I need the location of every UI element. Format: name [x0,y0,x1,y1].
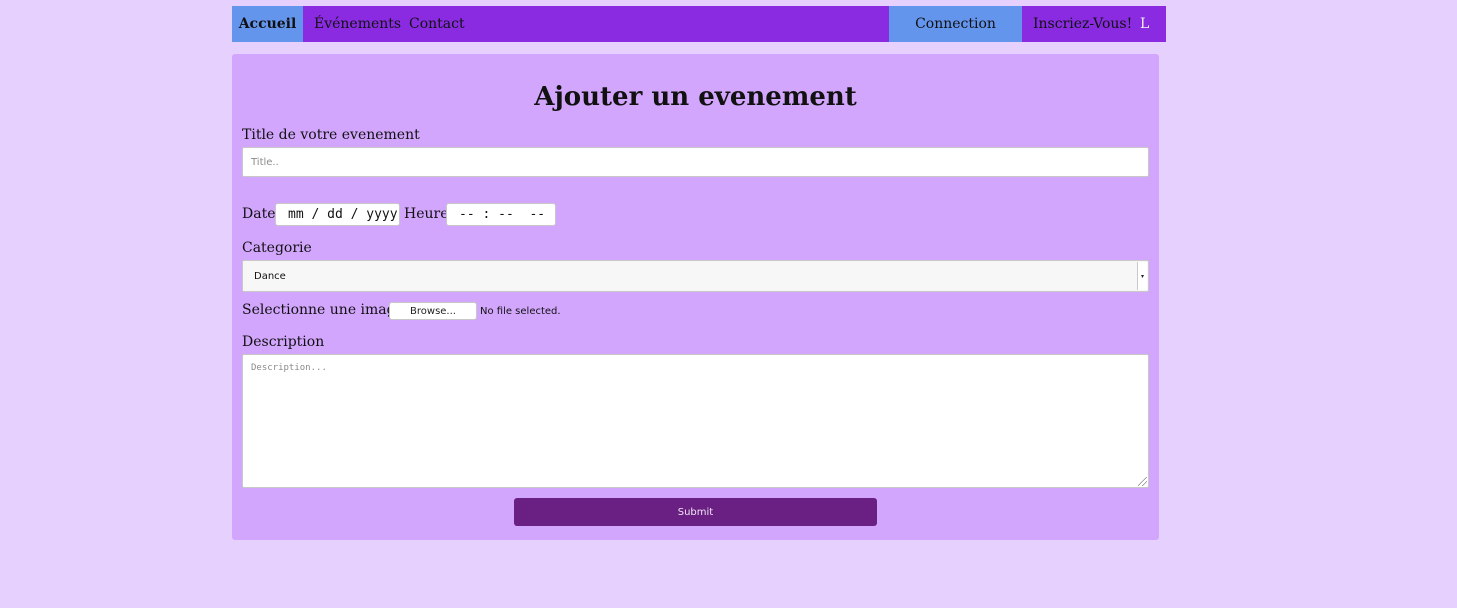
description-textarea[interactable] [242,354,1149,488]
top-navbar: Accueil Événements Contact Connection In… [232,6,1166,42]
date-input[interactable]: mm / dd / yyyy [275,203,400,226]
date-label: Date [242,206,276,222]
time-label: Heure [404,206,449,222]
time-input[interactable]: -- : -- -- [446,203,556,226]
add-event-form: Ajouter un evenement Title de votre even… [232,54,1159,540]
image-label: Selectionne une image: [242,302,409,318]
description-label: Description [242,334,325,350]
form-heading: Ajouter un evenement [534,82,857,112]
nav-events-link[interactable]: Événements [303,6,401,42]
category-label: Categorie [242,240,312,256]
event-title-label: Title de votre evenement [242,127,420,143]
submit-button[interactable]: Submit [514,498,877,526]
chevron-down-icon[interactable]: ▾ [1137,262,1147,290]
nav-home-link[interactable]: Accueil [232,6,303,42]
nav-language-link[interactable]: L [1129,6,1166,42]
nav-spacer [469,6,889,42]
browse-file-button[interactable]: Browse... [389,302,477,320]
resize-handle-icon[interactable] [1138,477,1147,486]
event-title-input[interactable] [242,147,1149,177]
nav-login-link[interactable]: Connection [889,6,1022,42]
nav-signup-link[interactable]: Inscriez-Vous! [1022,6,1132,42]
category-selected-value: Dance [254,270,286,282]
nav-contact-link[interactable]: Contact [399,6,469,42]
category-select[interactable]: Dance ▾ [242,260,1149,292]
file-status-text: No file selected. [480,306,561,317]
